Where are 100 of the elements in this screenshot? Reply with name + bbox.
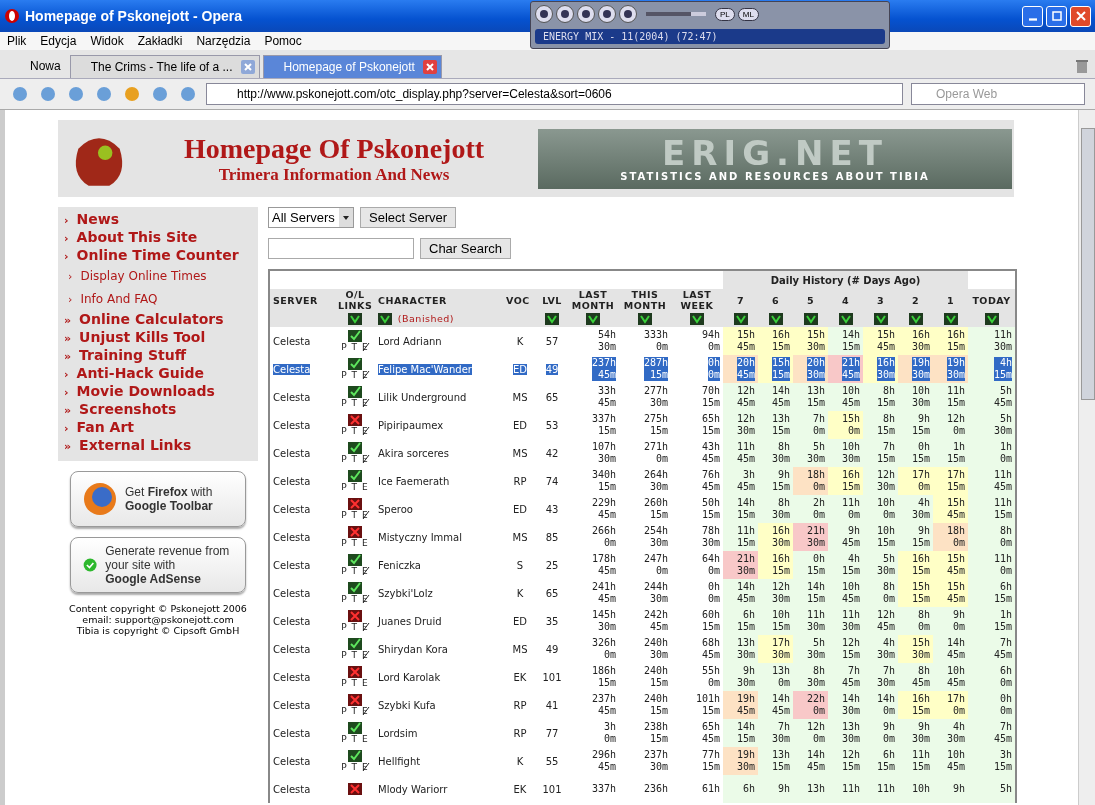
char-search-field[interactable] bbox=[268, 238, 414, 259]
character-link[interactable]: Lordsim bbox=[378, 727, 418, 739]
vocation-cell: MS bbox=[512, 447, 528, 459]
sort-icon[interactable] bbox=[908, 313, 923, 326]
profile-links[interactable]: P T E bbox=[341, 538, 369, 548]
character-link[interactable]: Pipiripaumex bbox=[378, 419, 444, 431]
nav-link[interactable]: News bbox=[76, 211, 120, 227]
character-link[interactable]: Felipe Mac'Wander bbox=[378, 363, 472, 375]
player-button[interactable]: ML bbox=[737, 7, 759, 21]
trash-icon[interactable] bbox=[1075, 58, 1089, 74]
menu-item[interactable]: Plik bbox=[7, 34, 27, 48]
character-link[interactable]: Juanes Druid bbox=[378, 615, 442, 627]
sort-icon[interactable] bbox=[378, 313, 392, 326]
profile-links[interactable]: P T E bbox=[341, 622, 369, 632]
profile-links[interactable]: P T E bbox=[341, 594, 369, 604]
level-cell: 25 bbox=[545, 559, 559, 571]
time-cell: 20h 30m bbox=[806, 357, 825, 381]
ad-button[interactable]: Generate revenue from your site with Google AdSense bbox=[70, 537, 246, 593]
select-server-button[interactable]: Select Server bbox=[360, 207, 457, 228]
sort-icon[interactable] bbox=[838, 313, 853, 326]
close-button[interactable] bbox=[1070, 5, 1091, 27]
profile-links[interactable]: P T E bbox=[341, 678, 369, 688]
menu-item[interactable]: Zakładki bbox=[137, 34, 183, 48]
nav-link[interactable]: Fan Art bbox=[76, 419, 134, 435]
menu-item[interactable]: Widok bbox=[90, 34, 124, 48]
minimize-button[interactable] bbox=[1022, 5, 1043, 27]
nav-link[interactable]: External Links bbox=[79, 437, 192, 453]
profile-links[interactable]: P T E bbox=[341, 706, 369, 716]
address-field[interactable]: http://www.pskonejott.com/otc_display.php?server=Celesta&sort=0606 bbox=[206, 83, 903, 105]
menu-item[interactable]: Narzędzia bbox=[196, 34, 251, 48]
sort-icon[interactable] bbox=[733, 313, 748, 326]
profile-links[interactable]: P T E bbox=[341, 566, 369, 576]
nav-link[interactable]: Training Stuff bbox=[79, 347, 186, 363]
sort-icon[interactable] bbox=[586, 313, 600, 326]
character-link[interactable]: Feniczka bbox=[378, 559, 421, 571]
profile-links[interactable]: P T E bbox=[341, 482, 369, 492]
menu-item[interactable]: Pomoc bbox=[264, 34, 302, 48]
nav-link[interactable]: Display Online Times bbox=[80, 265, 207, 287]
character-link[interactable]: Lord Adriann bbox=[378, 335, 442, 347]
profile-links[interactable]: P T E bbox=[341, 762, 369, 772]
sort-icon[interactable] bbox=[348, 313, 362, 326]
playback-button[interactable] bbox=[598, 5, 616, 23]
menu-item[interactable]: Edycja bbox=[40, 34, 77, 48]
nav-link[interactable]: Screenshots bbox=[79, 401, 177, 417]
banner-ad[interactable]: ERIG.NET STATISTICS AND RESOURCES ABOUT TIBIA bbox=[538, 128, 1012, 189]
sort-icon[interactable] bbox=[803, 313, 818, 326]
time-cell: 14h 45m bbox=[736, 581, 755, 605]
browser-tab[interactable]: The Crims - The life of a ... bbox=[69, 55, 260, 78]
character-link[interactable]: Ice Faemerath bbox=[378, 475, 450, 487]
character-link[interactable]: Hellfight bbox=[378, 755, 421, 767]
time-cell: 14h 45m bbox=[806, 749, 825, 773]
nav-link[interactable]: Unjust Kills Tool bbox=[79, 329, 206, 345]
character-link[interactable]: Lilik Underground bbox=[378, 391, 467, 403]
scrollbar[interactable] bbox=[1078, 110, 1095, 805]
character-link[interactable]: Mlody Wariorr bbox=[378, 783, 448, 795]
character-link[interactable]: Lord Karolak bbox=[378, 671, 441, 683]
character-link[interactable]: Szybki'Lolz bbox=[378, 587, 433, 599]
close-tab-icon[interactable] bbox=[422, 60, 437, 74]
ad-button[interactable]: Get Firefox with Google Toolbar bbox=[70, 471, 246, 527]
browser-tab[interactable]: Homepage of Pskonejott bbox=[262, 55, 442, 78]
sort-icon[interactable] bbox=[984, 313, 999, 326]
nav-link[interactable]: Info And FAQ bbox=[80, 288, 158, 310]
character-link[interactable]: Akira sorceres bbox=[378, 447, 449, 459]
nav-link[interactable]: Online Calculators bbox=[79, 311, 224, 327]
profile-links[interactable]: P T E bbox=[341, 342, 369, 352]
profile-links[interactable]: P T E bbox=[341, 650, 369, 660]
profile-links[interactable]: P T E bbox=[341, 734, 369, 744]
playback-button[interactable] bbox=[577, 5, 595, 23]
volume-slider[interactable] bbox=[646, 12, 706, 16]
server-dropdown[interactable]: All Servers bbox=[268, 207, 354, 228]
sort-icon[interactable] bbox=[768, 313, 783, 326]
time-cell: 70h 15m bbox=[701, 385, 720, 409]
new-tab-button[interactable]: Nowa bbox=[6, 54, 67, 78]
sort-icon[interactable] bbox=[638, 313, 652, 326]
character-link[interactable]: Shirydan Kora bbox=[378, 643, 448, 655]
maximize-button[interactable] bbox=[1046, 5, 1067, 27]
profile-links[interactable]: P T E bbox=[341, 510, 369, 520]
profile-links[interactable]: P T E bbox=[341, 398, 369, 408]
character-link[interactable]: Speroo bbox=[378, 503, 413, 515]
character-link[interactable]: Szybki Kufa bbox=[378, 699, 436, 711]
playback-button[interactable] bbox=[619, 5, 637, 23]
playback-button[interactable] bbox=[556, 5, 574, 23]
nav-link[interactable]: Online Time Counter bbox=[76, 247, 239, 263]
player-button[interactable]: PL bbox=[715, 7, 735, 21]
nav-link[interactable]: Movie Downloads bbox=[76, 383, 215, 399]
profile-links[interactable]: P T E bbox=[341, 454, 369, 464]
playback-button[interactable] bbox=[535, 5, 553, 23]
nav-link[interactable]: Anti-Hack Guide bbox=[76, 365, 205, 381]
time-cell: 229h 45m bbox=[591, 497, 616, 521]
time-cell: 17h 15m bbox=[947, 469, 966, 493]
sort-icon[interactable] bbox=[873, 313, 888, 326]
sort-icon[interactable] bbox=[690, 313, 704, 326]
vocation-cell: EK bbox=[513, 671, 527, 683]
nav-link[interactable]: About This Site bbox=[76, 229, 198, 245]
profile-links[interactable]: P T E bbox=[341, 426, 369, 436]
char-search-button[interactable]: Char Search bbox=[420, 238, 511, 259]
sort-icon[interactable] bbox=[545, 313, 559, 326]
character-link[interactable]: Mistyczny Immal bbox=[378, 531, 462, 543]
sort-icon[interactable] bbox=[943, 313, 958, 326]
profile-links[interactable]: P T E bbox=[341, 370, 369, 380]
